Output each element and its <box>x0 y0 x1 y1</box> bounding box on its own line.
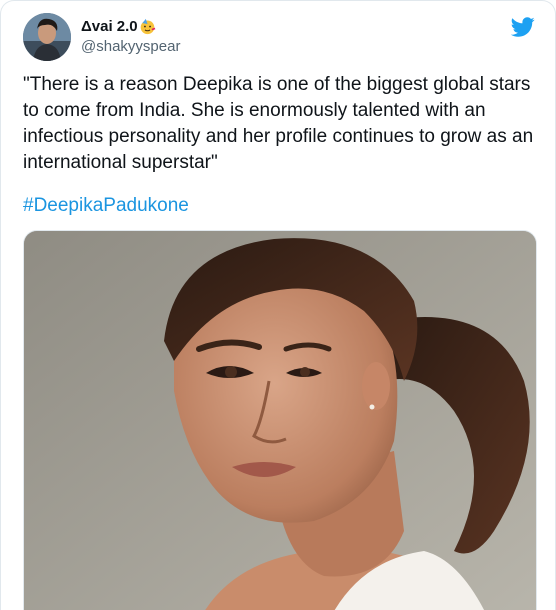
twitter-bird-icon[interactable] <box>511 15 535 39</box>
hashtag-link[interactable]: #DeepikaPadukone <box>23 193 189 219</box>
avatar[interactable] <box>23 13 71 61</box>
tweet-card: Δvai 2.0 @shakyyspear "There is a reason… <box>0 0 556 610</box>
author-handle[interactable]: @shakyyspear <box>81 37 180 57</box>
tweet-header: Δvai 2.0 @shakyyspear <box>23 13 535 63</box>
author-display-name[interactable]: Δvai 2.0 <box>81 17 180 36</box>
tweet-text: "There is a reason Deepika is one of the… <box>23 74 534 173</box>
portrait-photo <box>24 231 536 610</box>
author-names: Δvai 2.0 @shakyyspear <box>81 17 180 57</box>
author-display-name-text: Δvai 2.0 <box>81 18 138 35</box>
partying-face-emoji-icon <box>140 18 155 35</box>
tweet-photo[interactable] <box>23 230 537 610</box>
